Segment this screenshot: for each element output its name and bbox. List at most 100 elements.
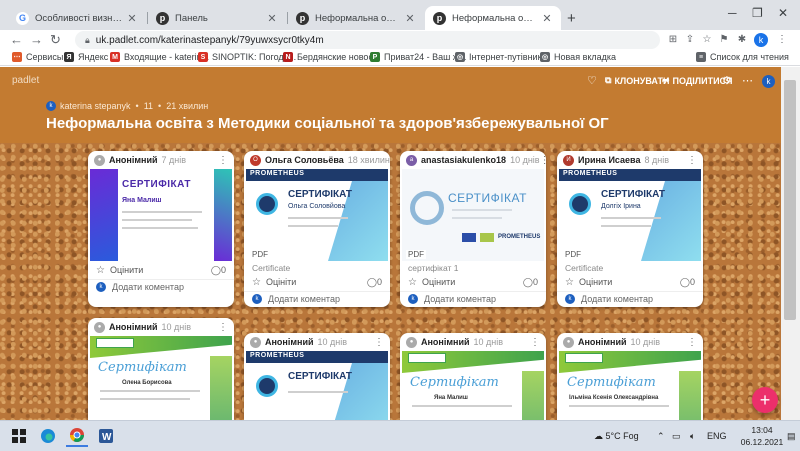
- certificate-image[interactable]: PROMETHEUS СЕРТИФІКАТ: [246, 351, 388, 420]
- apps-icon: ⋯: [12, 52, 22, 62]
- star-icon[interactable]: ☆: [252, 277, 261, 288]
- forward-icon[interactable]: →: [30, 32, 43, 47]
- back-icon[interactable]: ←: [10, 32, 23, 47]
- google-icon: G: [16, 11, 29, 25]
- close-icon[interactable]: ✕: [541, 12, 553, 25]
- share-arrow-icon: ➦: [662, 75, 670, 85]
- network-icon[interactable]: ▭: [672, 431, 681, 442]
- bookmark-item[interactable]: ◎ Новая вкладка: [540, 52, 616, 62]
- post-menu-icon[interactable]: ⋮: [374, 337, 384, 348]
- post-menu-icon[interactable]: ⋮: [218, 155, 228, 166]
- install-icon[interactable]: ⊞: [667, 34, 679, 46]
- bookmark-item[interactable]: N Бердянские новос...: [283, 52, 380, 62]
- post-menu-icon[interactable]: ⋮: [687, 337, 697, 348]
- star-icon[interactable]: ☆: [565, 277, 574, 288]
- chrome-icon[interactable]: [66, 425, 88, 447]
- bookmark-item[interactable]: ⋯ Сервисы: [12, 52, 63, 62]
- tab-2[interactable]: p Панель ✕: [148, 6, 286, 30]
- certificate-image[interactable]: PROMETHEUS СЕРТИФІКАТ Долгіх Ірина PDF: [559, 169, 701, 261]
- add-comment-input[interactable]: Додати коментар: [581, 294, 653, 304]
- comment-icon[interactable]: ◯0: [680, 277, 695, 288]
- post-card[interactable]: И Ирина Исаева 8 днів ⋮ PROMETHEUS СЕРТИ…: [557, 151, 703, 307]
- post-card[interactable]: ● Анонімний 10 днів ⋮ Сертифікат Олена Б…: [88, 318, 234, 420]
- author-avatar: k: [46, 101, 56, 111]
- reload-icon[interactable]: ↻: [50, 32, 61, 48]
- certificate-image[interactable]: СЕРТИФІКАТ Яна Малиш: [90, 169, 232, 261]
- settings-gear-icon[interactable]: ⚙: [722, 74, 732, 87]
- tray-up-arrow-icon[interactable]: ⌃: [657, 431, 665, 442]
- close-icon[interactable]: ✕: [404, 12, 416, 25]
- add-comment-input[interactable]: Додати коментар: [112, 282, 184, 292]
- minimize-icon[interactable]: ─: [728, 6, 737, 20]
- windows-start-icon[interactable]: [8, 425, 30, 447]
- post-card[interactable]: О Ольга Соловьёва 18 хвилин ⋮ PROMETHEUS…: [244, 151, 390, 307]
- comment-icon[interactable]: ◯0: [523, 277, 538, 288]
- maximize-icon[interactable]: ❐: [752, 6, 763, 20]
- notifications-icon[interactable]: ▤: [787, 431, 796, 442]
- extensions-puzzle-icon[interactable]: ✱: [736, 34, 748, 46]
- add-comment-input[interactable]: Додати коментар: [424, 294, 496, 304]
- close-icon[interactable]: ✕: [126, 12, 138, 25]
- reading-list[interactable]: ≡ Список для чтения: [696, 52, 789, 62]
- new-tab-button[interactable]: +: [567, 10, 576, 27]
- rate-button[interactable]: Оцінити: [579, 277, 612, 287]
- certificate-image[interactable]: СЕРТИФІКАТ PROMETHEUS PDF: [402, 169, 544, 261]
- word-icon[interactable]: W: [95, 425, 117, 447]
- bookmark-item[interactable]: ◎ Інтернет-путівник...: [455, 52, 549, 62]
- edge-icon[interactable]: [37, 425, 59, 447]
- rate-button[interactable]: Оцініти: [266, 277, 296, 287]
- cloud-icon: ☁: [594, 431, 603, 441]
- taskbar: W ☁ 5°C Fog ⌃ ▭ 🔈︎ ENG 13:04 06.12.2021 …: [0, 420, 800, 451]
- rate-button[interactable]: Оцінити: [422, 277, 455, 287]
- post-menu-icon[interactable]: ⋮: [540, 155, 546, 166]
- certificate-image[interactable]: PROMETHEUS СЕРТИФІКАТ Ольга Соловйова PD…: [246, 169, 388, 261]
- rate-button[interactable]: Оцінити: [110, 265, 143, 275]
- bookmark-star-icon[interactable]: ☆: [701, 34, 713, 46]
- user-avatar[interactable]: k: [762, 75, 775, 88]
- post-card[interactable]: ● Анонімний 10 днів ⋮ Сертифікат Ільміна…: [557, 333, 703, 420]
- post-card[interactable]: ● Анонімний 10 днів ⋮ Сертифікат Яна Мал…: [400, 333, 546, 420]
- post-menu-icon[interactable]: ⋮: [530, 337, 540, 348]
- share-icon[interactable]: ⇪: [684, 34, 696, 46]
- address-bar[interactable]: 🔒︎ uk.padlet.com/katerinastepanyk/79yuwx…: [75, 31, 660, 49]
- padlet-logo[interactable]: padlet: [12, 75, 39, 86]
- profile-avatar[interactable]: k: [754, 33, 768, 47]
- padlet-icon: p: [296, 11, 309, 25]
- post-menu-icon[interactable]: ⋮: [218, 322, 228, 333]
- clock[interactable]: 13:04 06.12.2021: [740, 424, 784, 448]
- star-icon[interactable]: ☆: [408, 277, 417, 288]
- volume-icon[interactable]: 🔈︎: [690, 431, 695, 442]
- close-window-icon[interactable]: ✕: [778, 6, 788, 20]
- extension-icon[interactable]: ⚑: [718, 34, 730, 46]
- language-indicator[interactable]: ENG: [707, 431, 727, 441]
- more-icon[interactable]: ⋯: [742, 74, 753, 87]
- close-icon[interactable]: ✕: [266, 12, 278, 25]
- comment-icon[interactable]: ◯0: [367, 277, 382, 288]
- certificate-image[interactable]: Сертифікат Олена Борисова: [90, 336, 232, 420]
- bookmark-item[interactable]: Я Яндекс: [64, 52, 108, 62]
- tab-3[interactable]: p Неформальна освіта з Методи ✕: [288, 6, 424, 30]
- certificate-image[interactable]: Сертифікат Ільміна Ксенія Олександрівна: [559, 351, 701, 420]
- add-post-button[interactable]: +: [752, 387, 778, 413]
- certificate-image[interactable]: Сертифікат Яна Малиш: [402, 351, 544, 420]
- post-card[interactable]: ● Анонімний 10 днів ⋮ PROMETHEUS СЕРТИФІ…: [244, 333, 390, 420]
- comment-icon[interactable]: ◯0: [211, 265, 226, 276]
- weather-widget[interactable]: ☁ 5°C Fog: [594, 431, 639, 442]
- scrollbar-thumb[interactable]: [784, 80, 796, 320]
- user-avatar: a: [406, 154, 417, 166]
- heart-icon[interactable]: ♡: [587, 74, 597, 87]
- tab-strip: G Особливості визнання неформ ✕ p Панель…: [0, 0, 800, 30]
- tab-title: Неформальна освіта з Методи: [452, 12, 537, 24]
- add-comment-input[interactable]: Додати коментар: [268, 294, 340, 304]
- star-icon[interactable]: ☆: [96, 265, 105, 276]
- post-card[interactable]: ● Анонімний 7 днів ⋮ СЕРТИФІКАТ Яна Мали…: [88, 151, 234, 307]
- tab-4-active[interactable]: p Неформальна освіта з Методи ✕: [425, 6, 561, 30]
- bookmark-item[interactable]: M Входящие - katerin...: [110, 52, 209, 62]
- bookmark-item[interactable]: P Приват24 - Ваш ж...: [370, 52, 466, 62]
- clone-button[interactable]: ⧉ КЛОНУВАТИ: [605, 75, 669, 86]
- post-card[interactable]: a anastasiakulenko18 10 днів ⋮ СЕРТИФІКА…: [400, 151, 546, 307]
- bookmark-item[interactable]: S SINOPTIK: Погода...: [198, 52, 296, 62]
- tab-1[interactable]: G Особливості визнання неформ ✕: [8, 6, 146, 30]
- post-menu-icon[interactable]: ⋮: [687, 155, 697, 166]
- menu-dots-icon[interactable]: ⋮: [776, 34, 788, 46]
